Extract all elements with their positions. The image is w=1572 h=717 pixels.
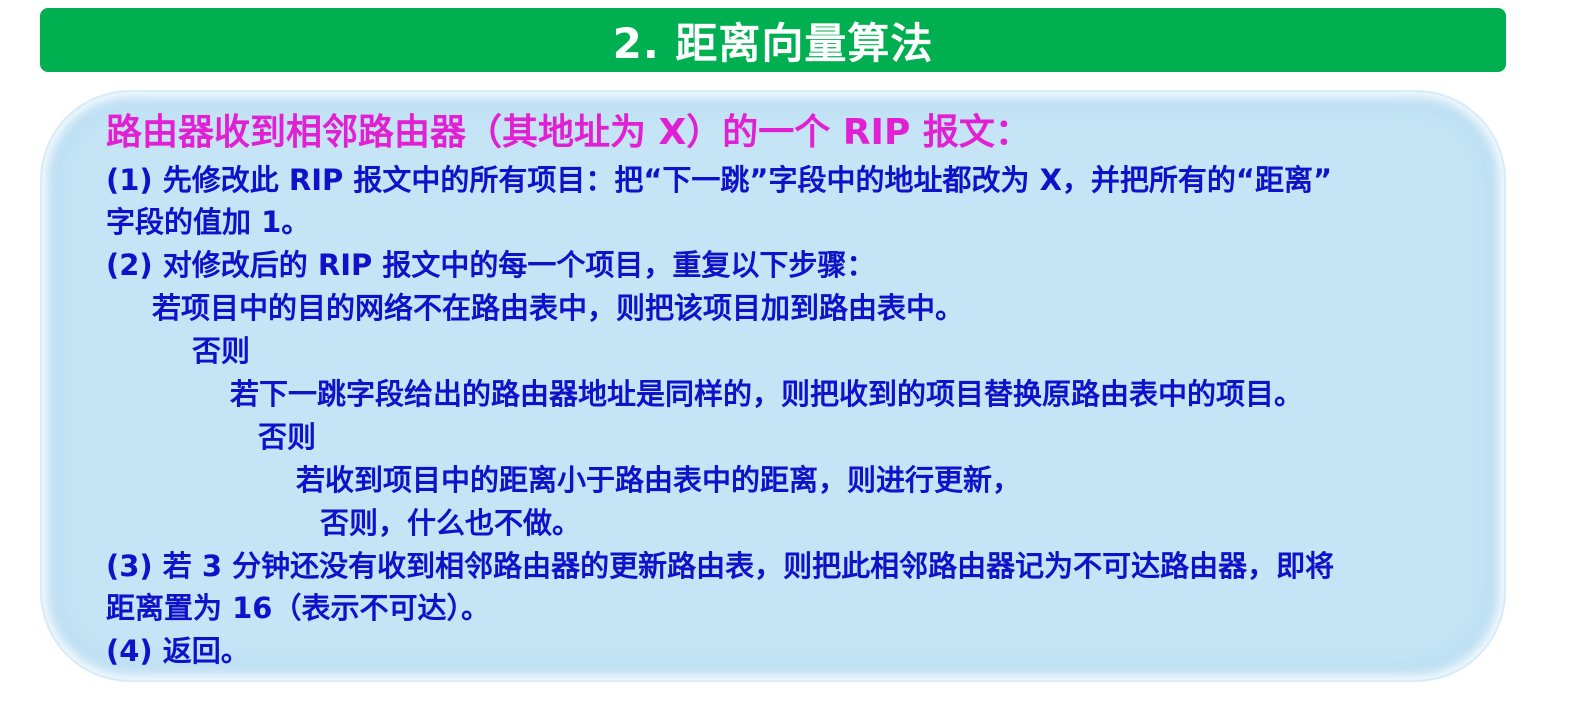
step-3-line-2: 距离置为 16（表示不可达）。 xyxy=(106,591,490,625)
step-2-else-3: 否则，什么也不做。 xyxy=(320,506,582,540)
title-bar: 2. 距离向量算法 xyxy=(40,8,1506,72)
algorithm-heading: 路由器收到相邻路由器（其地址为 X）的一个 RIP 报文： xyxy=(106,112,1031,153)
step-2-condition-3: 若收到项目中的距离小于路由表中的距离，则进行更新， xyxy=(296,463,1022,497)
step-4-line: (4) 返回。 xyxy=(106,634,250,668)
step-2-else-2: 否则 xyxy=(258,420,317,454)
step-2-line: (2) 对修改后的 RIP 报文中的每一个项目，重复以下步骤： xyxy=(106,248,876,282)
step-2-else-1: 否则 xyxy=(192,334,251,368)
step-2-condition-2: 若下一跳字段给出的路由器地址是同样的，则把收到的项目替换原路由表中的项目。 xyxy=(230,377,1304,411)
step-3-line-1: (3) 若 3 分钟还没有收到相邻路由器的更新路由表，则把此相邻路由器记为不可达… xyxy=(106,549,1335,583)
step-1-line-2: 字段的值加 1。 xyxy=(106,205,311,239)
step-2-condition-1: 若项目中的目的网络不在路由表中，则把该项目加到路由表中。 xyxy=(152,291,965,325)
step-1-line-1: (1) 先修改此 RIP 报文中的所有项目：把“下一跳”字段中的地址都改为 X，… xyxy=(106,163,1333,197)
slide-title: 2. 距离向量算法 xyxy=(612,18,934,68)
